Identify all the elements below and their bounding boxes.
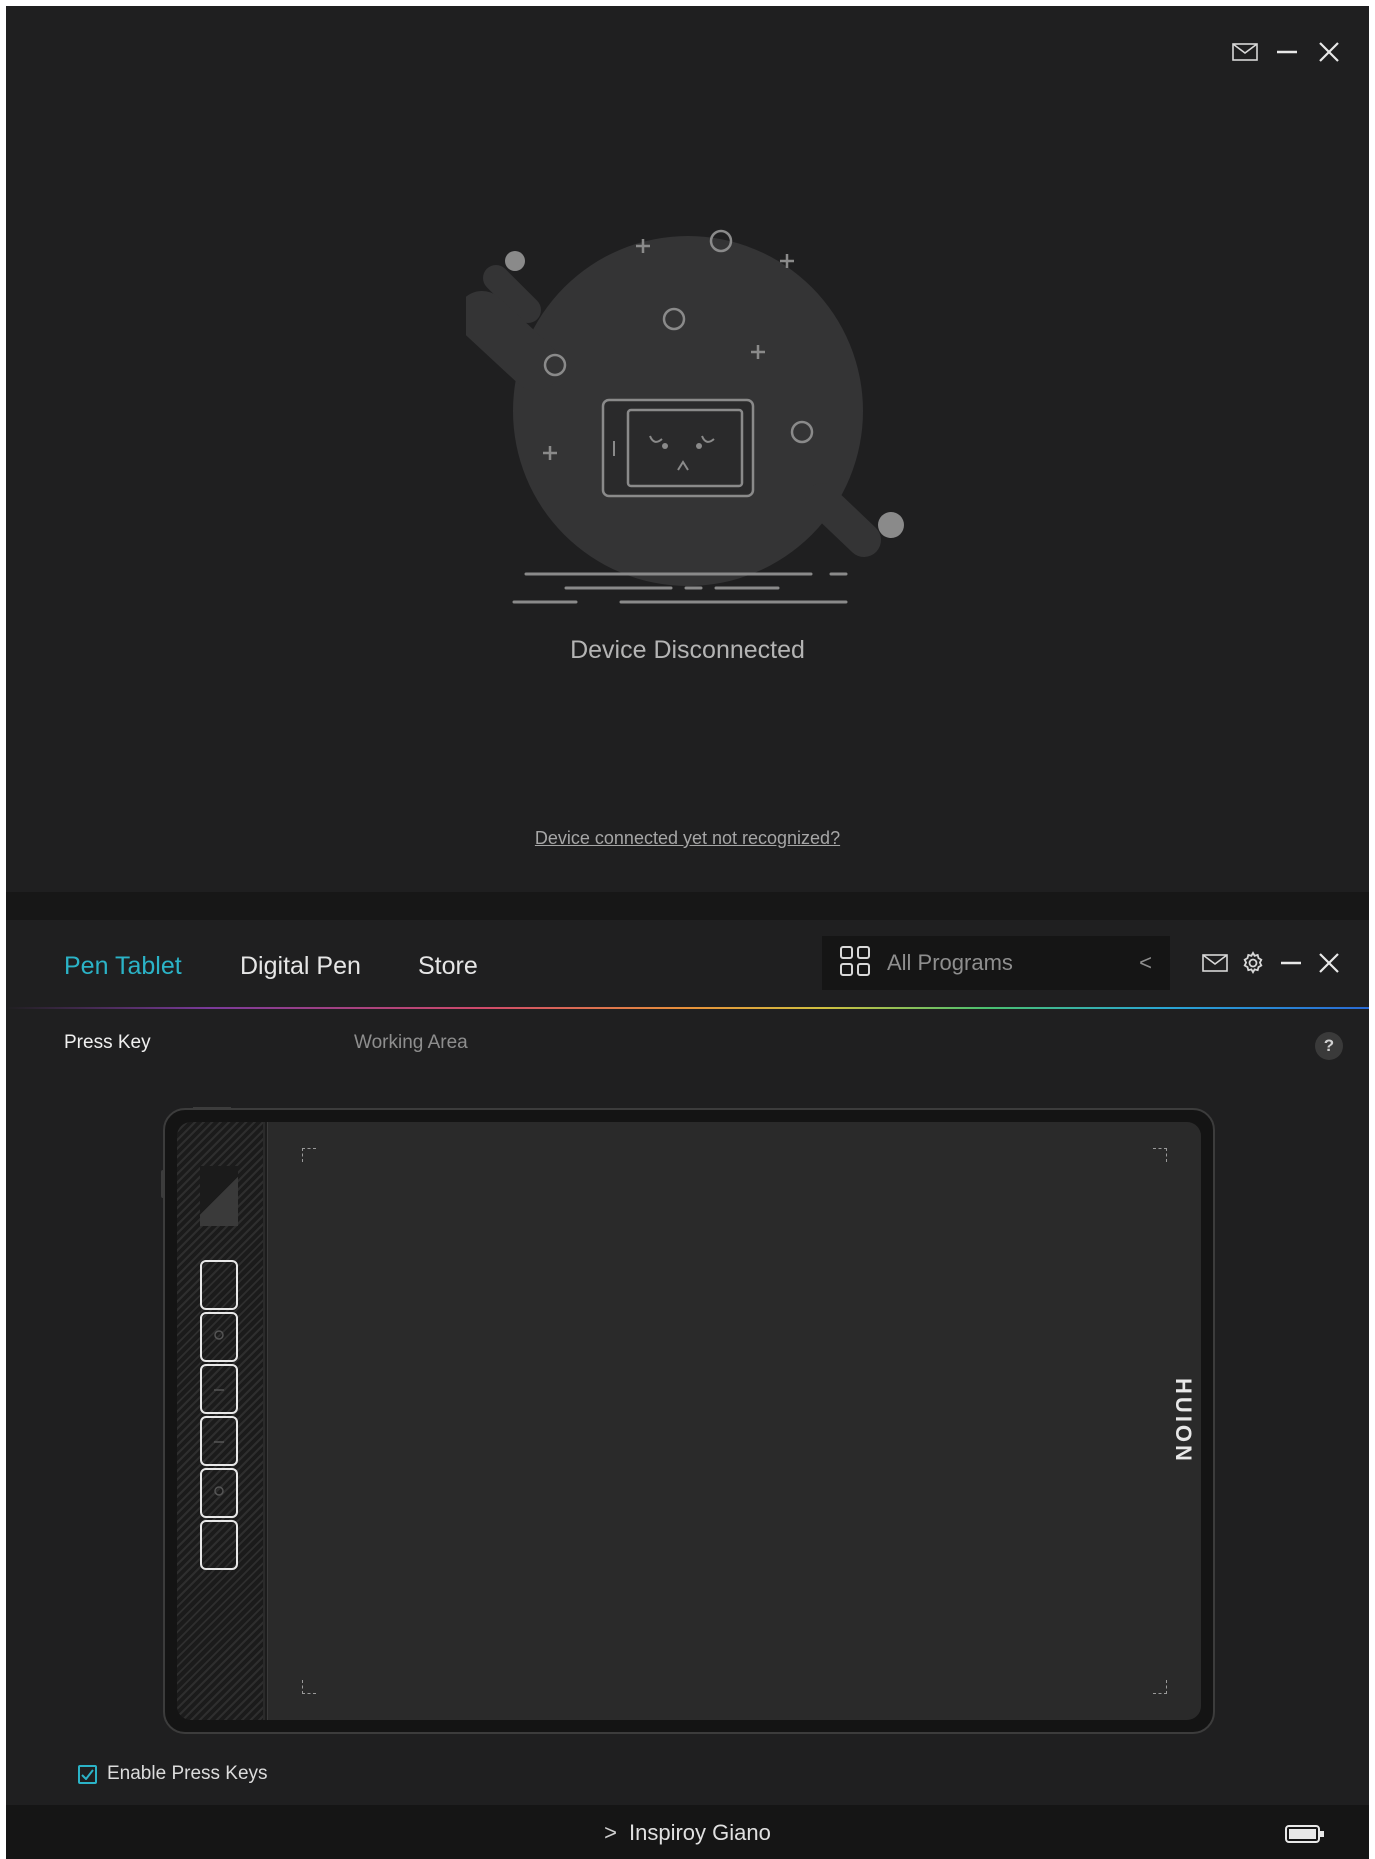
close-icon[interactable]	[1315, 949, 1343, 977]
tablet-top-notch	[193, 1107, 231, 1110]
press-key-5[interactable]	[200, 1468, 238, 1518]
gear-icon[interactable]	[1239, 949, 1267, 977]
key-dash-icon	[213, 1380, 225, 1398]
device-disconnected-text: Device Disconnected	[570, 636, 805, 664]
not-recognized-link[interactable]: Device connected yet not recognized?	[6, 828, 1369, 849]
close-icon[interactable]	[1315, 38, 1343, 66]
enable-press-keys-label: Enable Press Keys	[107, 1763, 268, 1784]
key-circle-icon	[213, 1484, 225, 1502]
corner-marker	[1153, 1148, 1167, 1162]
battery-icon	[1285, 1824, 1325, 1849]
press-key-6[interactable]	[200, 1520, 238, 1570]
tablet-surface: HUION	[177, 1122, 1201, 1720]
press-key-2[interactable]	[200, 1312, 238, 1362]
minimize-icon[interactable]	[1277, 949, 1305, 977]
program-selector-label: All Programs	[887, 950, 1013, 975]
chevron-right-icon: >	[604, 1820, 617, 1845]
device-selector[interactable]: > Inspiroy Giano	[6, 1820, 1369, 1846]
corner-marker	[302, 1680, 316, 1694]
subtab-working-area[interactable]: Working Area	[354, 1032, 468, 1054]
window-controls	[1231, 38, 1343, 66]
mail-icon[interactable]	[1201, 949, 1229, 977]
pen-holder-icon	[200, 1166, 238, 1226]
checkbox-checked[interactable]	[78, 1764, 97, 1784]
tab-store[interactable]: Store	[418, 952, 478, 981]
tablet-window: Pen Tablet Digital Pen Store All Program…	[6, 920, 1369, 1859]
device-name: Inspiroy Giano	[629, 1820, 771, 1845]
help-button[interactable]: ?	[1315, 1032, 1343, 1060]
subtab-press-key[interactable]: Press Key	[64, 1032, 151, 1054]
disconnected-illustration	[457, 216, 926, 616]
tablet-working-area: HUION	[267, 1122, 1201, 1720]
press-key-3[interactable]	[200, 1364, 238, 1414]
tablet-diagram: HUION	[161, 1107, 1215, 1734]
tab-pen-tablet[interactable]: Pen Tablet	[64, 952, 182, 981]
press-key-strip	[177, 1122, 265, 1720]
window-controls	[1201, 949, 1343, 977]
key-dash-icon	[213, 1432, 225, 1450]
program-selector[interactable]: All Programs <	[822, 936, 1170, 990]
window-divider	[6, 892, 1369, 920]
nav-underline	[6, 1007, 1369, 1009]
top-nav: Pen Tablet Digital Pen Store All Program…	[6, 920, 1369, 1009]
tab-digital-pen[interactable]: Digital Pen	[240, 952, 361, 981]
corner-marker	[302, 1148, 316, 1162]
minimize-icon[interactable]	[1273, 38, 1301, 66]
enable-press-keys-checkbox[interactable]: Enable Press Keys	[78, 1763, 268, 1785]
mail-icon[interactable]	[1231, 38, 1259, 66]
grid-icon	[839, 945, 871, 982]
press-key-4[interactable]	[200, 1416, 238, 1466]
status-bar: > Inspiroy Giano	[6, 1805, 1369, 1859]
chevron-left-icon[interactable]: <	[1139, 950, 1152, 976]
corner-marker	[1153, 1680, 1167, 1694]
key-circle-icon	[213, 1328, 225, 1346]
tablet-side-port	[161, 1170, 165, 1198]
press-key-1[interactable]	[200, 1260, 238, 1310]
brand-logo: HUION	[1171, 1378, 1196, 1464]
disconnected-window: Device Disconnected Device connected yet…	[6, 6, 1369, 892]
